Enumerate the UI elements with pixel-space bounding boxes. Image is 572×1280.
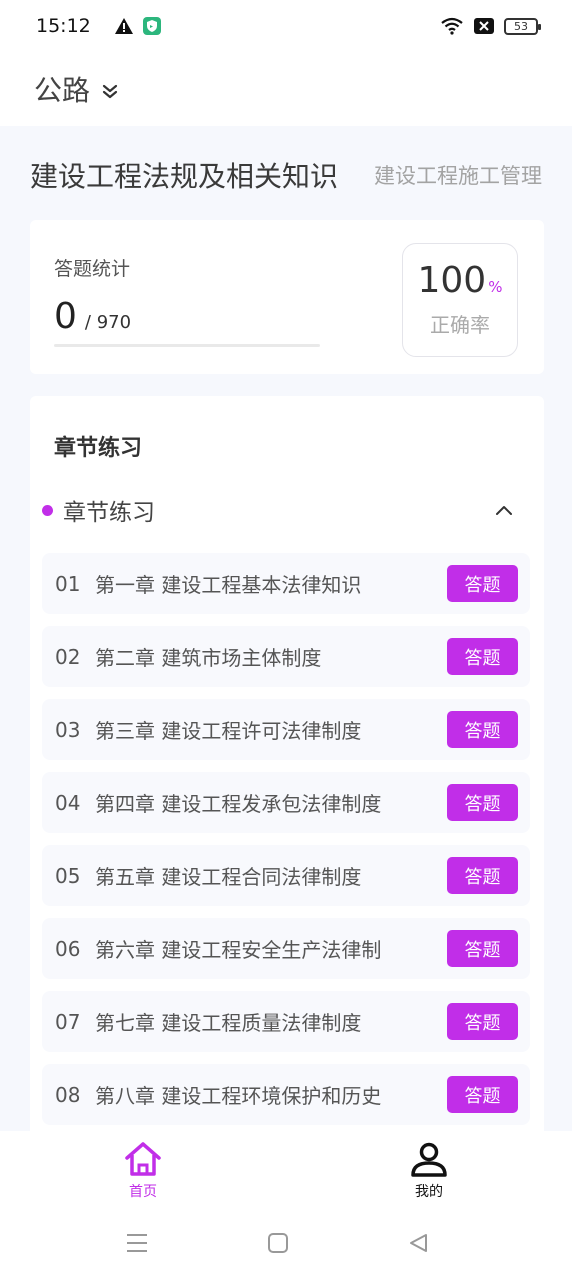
nav-home-label: 首页	[129, 1184, 157, 1200]
accuracy-value: 100	[417, 260, 487, 301]
answer-button[interactable]: 答题	[447, 930, 518, 967]
status-bar: 15:12 53	[0, 0, 572, 52]
nav-home[interactable]: 首页	[0, 1131, 286, 1211]
home-square-icon[interactable]	[268, 1233, 288, 1253]
system-nav-bar	[0, 1211, 572, 1280]
chapter-number: 06	[55, 936, 81, 961]
chapter-number: 03	[55, 717, 81, 742]
nav-profile[interactable]: 我的	[286, 1131, 572, 1211]
chapter-number: 01	[55, 571, 81, 596]
battery-level: 53	[514, 19, 528, 33]
stats-card: 答题统计 0 / 970 100% 正确率	[30, 220, 544, 374]
practice-card: 章节练习 章节练习 01 第一章 建设工程基本法律知识 答题 02 第二章 建筑市场主体…	[30, 396, 544, 1136]
warning-icon	[114, 18, 133, 34]
user-icon	[411, 1142, 447, 1177]
total-count: / 970	[84, 312, 132, 333]
answer-button[interactable]: 答题	[447, 857, 518, 894]
chapter-row[interactable]: 03 第三章 建设工程许可法律制度 答题	[42, 699, 530, 760]
wifi-icon	[441, 17, 463, 35]
chapter-name: 第五章 建设工程合同法律制度	[95, 865, 362, 889]
chapter-row[interactable]: 02 第二章 建筑市场主体制度 答题	[42, 626, 530, 687]
chapter-name: 第四章 建设工程发承包法律制度	[95, 792, 382, 816]
home-icon	[125, 1142, 161, 1176]
accuracy-box: 100% 正确率	[402, 243, 518, 357]
chapter-number: 07	[55, 1009, 81, 1034]
stats-label: 答题统计	[54, 258, 131, 280]
chapter-number: 08	[55, 1082, 81, 1107]
chapter-row[interactable]: 05 第五章 建设工程合同法律制度 答题	[42, 845, 530, 906]
course-tabs: 建设工程法规及相关知识 建设工程施工管理	[30, 150, 542, 200]
accuracy-value-line: 100%	[403, 260, 517, 301]
subject-selector[interactable]: 公路	[0, 52, 572, 126]
group-dot	[42, 504, 53, 516]
no-sim-icon	[474, 18, 494, 34]
chevron-up-icon[interactable]	[496, 505, 512, 515]
stats-count: 0 / 970	[54, 296, 131, 337]
menu-icon[interactable]	[126, 1233, 148, 1253]
chapter-row[interactable]: 06 第六章 建设工程安全生产法律制 答题	[42, 918, 530, 979]
chapter-number: 05	[55, 863, 81, 888]
answer-button[interactable]: 答题	[447, 638, 518, 675]
chapter-row[interactable]: 01 第一章 建设工程基本法律知识 答题	[42, 553, 530, 614]
practice-title: 章节练习	[54, 436, 143, 461]
status-time: 15:12	[36, 15, 91, 37]
chapter-list: 01 第一章 建设工程基本法律知识 答题 02 第二章 建筑市场主体制度 答题 03 第三章 …	[42, 553, 530, 1136]
tab-course-management[interactable]: 建设工程施工管理	[374, 160, 542, 190]
progress-bar	[54, 344, 320, 347]
subject-title: 公路	[34, 74, 91, 107]
answer-button[interactable]: 答题	[447, 711, 518, 748]
nav-profile-label: 我的	[415, 1184, 443, 1200]
chapter-row[interactable]: 04 第四章 建设工程发承包法律制度 答题	[42, 772, 530, 833]
answer-button[interactable]: 答题	[447, 1076, 518, 1113]
chapter-name: 第三章 建设工程许可法律制度	[95, 719, 362, 743]
chapter-name: 第七章 建设工程质量法律制度	[95, 1011, 362, 1035]
shield-app-icon	[142, 17, 161, 35]
answered-count: 0	[54, 296, 77, 337]
chapter-name: 第二章 建筑市场主体制度	[95, 646, 322, 670]
tab-course-regulations[interactable]: 建设工程法规及相关知识	[30, 155, 338, 195]
chapter-name: 第八章 建设工程环境保护和历史	[95, 1084, 382, 1108]
chapter-group-header[interactable]: 章节练习	[42, 490, 528, 530]
accuracy-label: 正确率	[430, 313, 490, 337]
chapter-number: 02	[55, 644, 81, 669]
chapter-name: 第六章 建设工程安全生产法律制	[95, 938, 382, 962]
notification-icons	[114, 17, 161, 35]
bottom-nav: 首页 我的	[0, 1131, 572, 1211]
chapter-row[interactable]: 08 第八章 建设工程环境保护和历史 答题	[42, 1064, 530, 1125]
accuracy-unit: %	[488, 278, 503, 296]
battery-icon: 53	[504, 17, 541, 35]
chapter-name: 第一章 建设工程基本法律知识	[95, 573, 362, 597]
answer-button[interactable]: 答题	[447, 565, 518, 602]
double-chevron-down-icon	[102, 84, 118, 99]
answer-button[interactable]: 答题	[447, 1003, 518, 1040]
back-icon[interactable]	[408, 1233, 428, 1253]
chapter-number: 04	[55, 790, 81, 815]
chapter-row[interactable]: 07 第七章 建设工程质量法律制度 答题	[42, 991, 530, 1052]
answer-button[interactable]: 答题	[447, 784, 518, 821]
status-right-icons: 53	[440, 17, 541, 35]
group-label: 章节练习	[63, 500, 155, 526]
